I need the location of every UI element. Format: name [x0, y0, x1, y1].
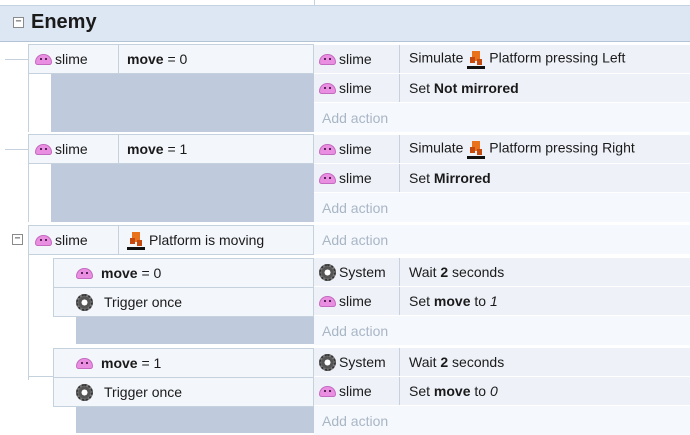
slime-icon [76, 267, 93, 279]
slime-icon [319, 385, 336, 397]
slime-icon [319, 172, 336, 184]
subevent-1-action-2[interactable]: slime Set move to 1 [314, 287, 690, 316]
subevent-1-condition-2[interactable]: Trigger once [76, 288, 182, 316]
event-1-action-1[interactable]: slime Simulate Platform pressing Left [314, 45, 690, 74]
condition-text[interactable]: move = 0 [119, 51, 187, 67]
slime-icon [319, 53, 336, 65]
add-action-link[interactable]: Add action [314, 103, 690, 132]
subevent-1-condition-empty[interactable] [76, 317, 314, 344]
subevent-2-action-2[interactable]: slime Set move to 0 [314, 377, 690, 406]
add-action-link[interactable]: Add action [314, 316, 690, 345]
subevent-2-condition-1[interactable]: move = 1 [76, 349, 161, 377]
gear-icon [319, 263, 336, 281]
add-action-link[interactable]: Add action [314, 406, 690, 435]
slime-icon [35, 53, 52, 65]
gear-icon [76, 293, 93, 311]
gear-icon [319, 353, 336, 371]
slime-icon [319, 143, 336, 155]
event-3-condition-block[interactable]: slime Platform is moving [28, 225, 314, 255]
event-2-action-1[interactable]: slime Simulate Platform pressing Right [314, 135, 690, 164]
slime-icon [319, 82, 336, 94]
condition-text[interactable]: Platform is moving [119, 230, 264, 250]
slime-icon [76, 357, 93, 369]
event-1-condition-empty[interactable] [51, 74, 314, 132]
condition-object: slime [29, 45, 119, 73]
subevent-1-action-1[interactable]: System Wait 2 seconds [314, 258, 690, 287]
slime-icon [35, 234, 52, 246]
event-2-condition-block[interactable]: slime move = 1 [28, 134, 314, 164]
slime-icon [35, 143, 52, 155]
event-1-action-2[interactable]: slime Set Not mirrored [314, 74, 690, 103]
add-action-link[interactable]: Add action [314, 225, 690, 254]
collapse-group-toggle-icon[interactable]: − [13, 17, 24, 28]
event-2-action-2[interactable]: slime Set Mirrored [314, 164, 690, 193]
subevent-1-condition-1[interactable]: move = 0 [76, 259, 161, 287]
platform-behavior-icon [467, 49, 486, 69]
event-1-condition-block[interactable]: slime move = 0 [28, 44, 314, 74]
event-group-header[interactable] [0, 5, 690, 42]
event-2-condition-empty[interactable] [51, 164, 314, 222]
condition-text[interactable]: move = 1 [119, 141, 187, 157]
gear-icon [76, 383, 93, 401]
subevent-2-condition-2[interactable]: Trigger once [76, 378, 182, 406]
platform-behavior-icon [467, 139, 486, 159]
collapse-event-toggle-icon[interactable]: − [12, 234, 23, 245]
platform-behavior-icon [127, 230, 145, 250]
slime-icon [319, 295, 336, 307]
subevent-2-condition-empty[interactable] [76, 407, 314, 433]
add-action-link[interactable]: Add action [314, 193, 690, 222]
group-title: Enemy [31, 11, 97, 33]
subevent-2-action-1[interactable]: System Wait 2 seconds [314, 348, 690, 377]
